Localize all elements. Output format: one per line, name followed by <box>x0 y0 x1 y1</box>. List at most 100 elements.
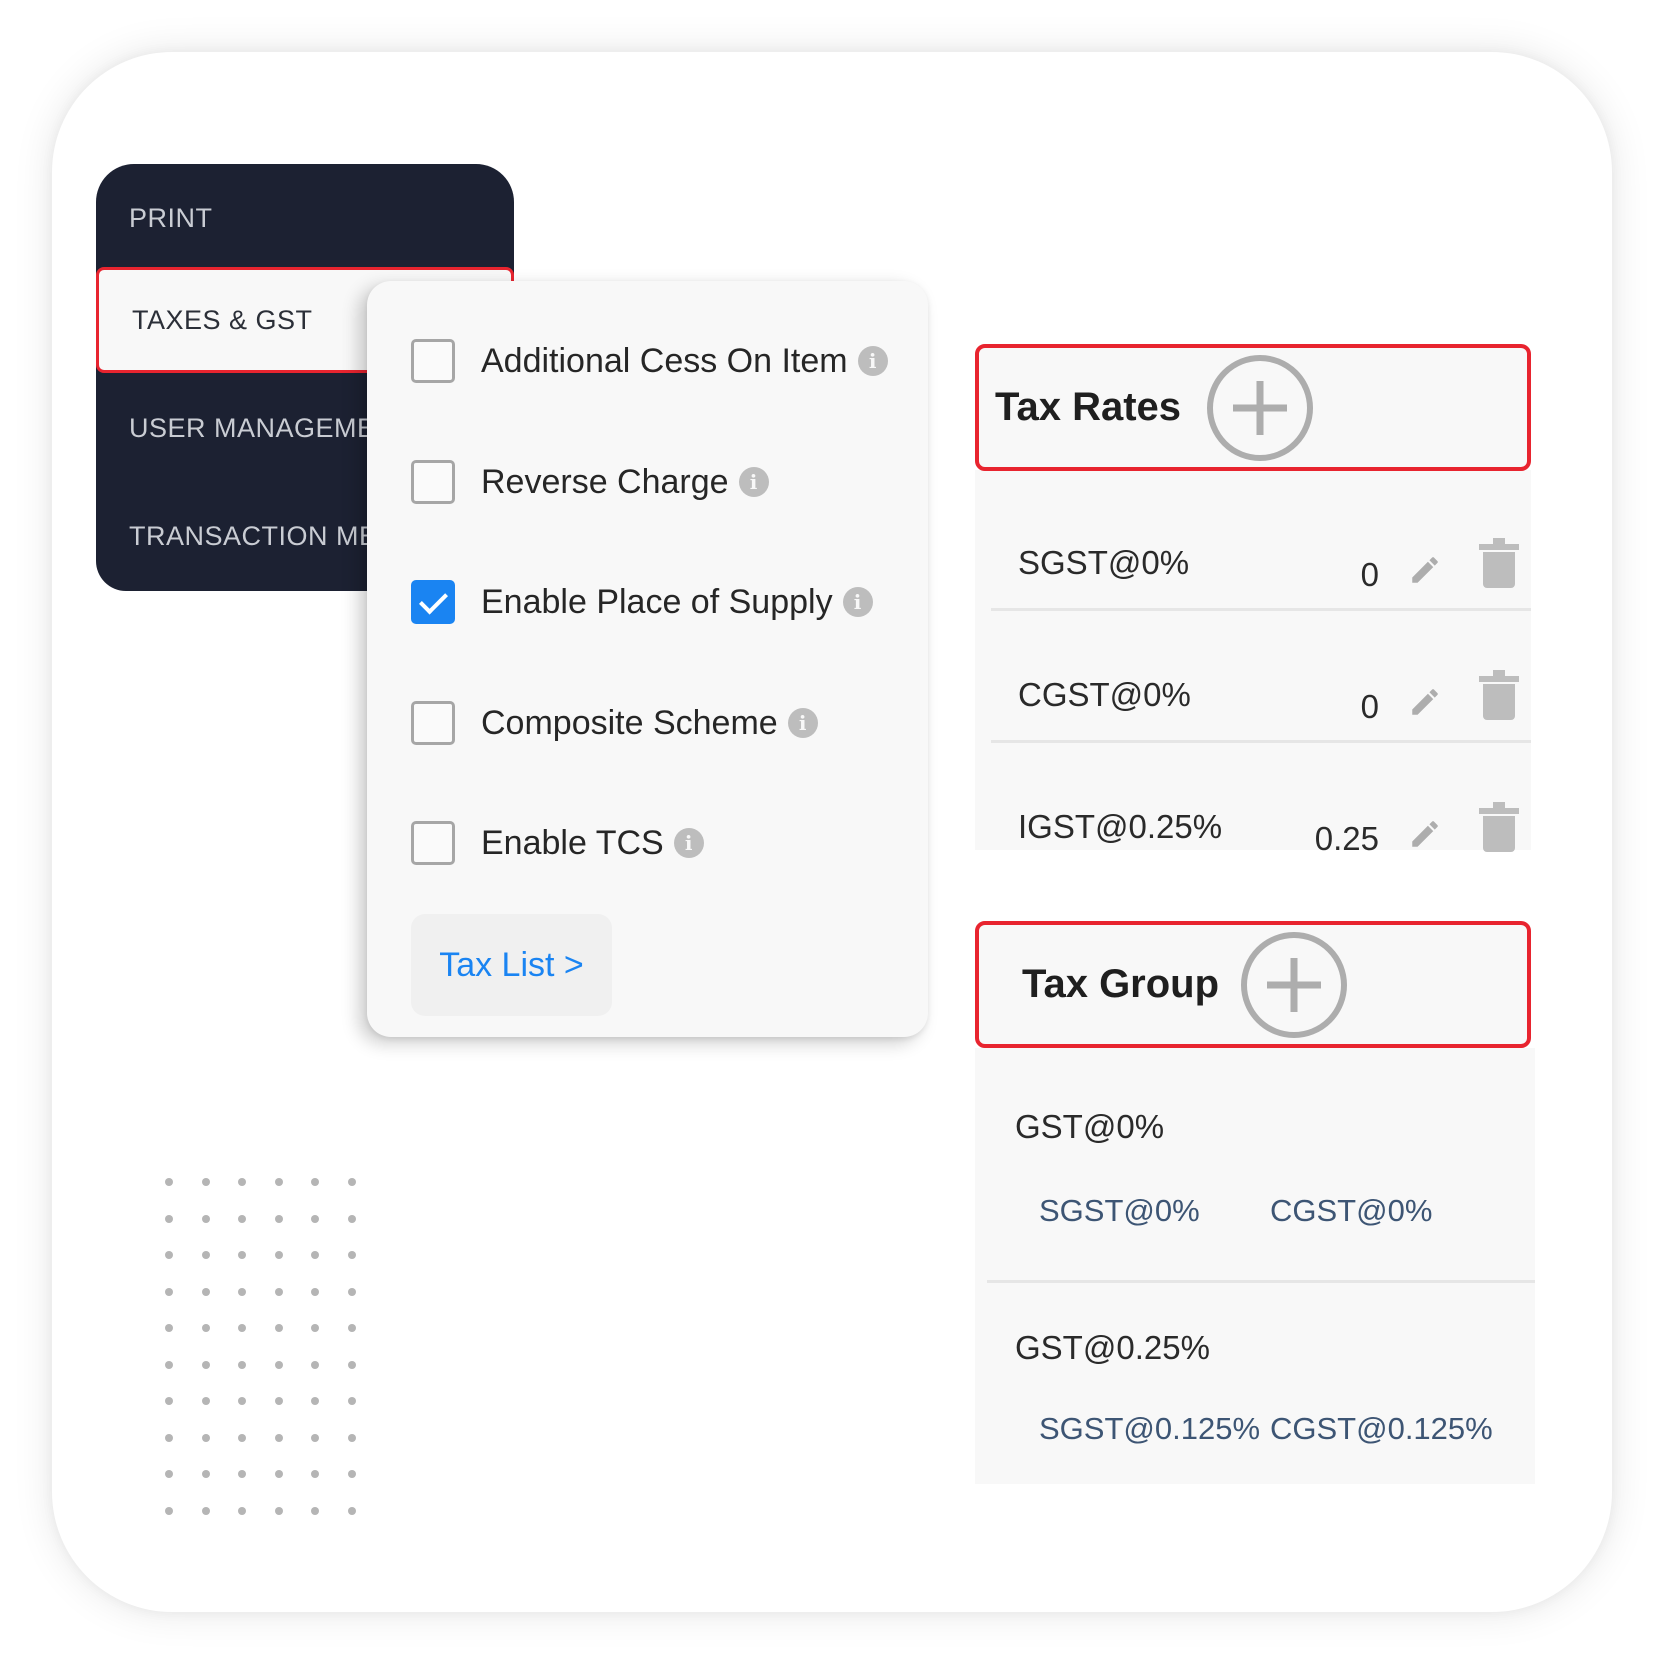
decorative-dot <box>238 1397 246 1405</box>
tax-group-component: SGST@0% <box>1039 1193 1200 1228</box>
decorative-dot <box>347 1178 356 1186</box>
tax-rate-row: IGST@0.25% 0.25 <box>991 760 1531 892</box>
decorative-dot <box>347 1324 356 1332</box>
decorative-dot <box>347 1360 356 1369</box>
info-icon[interactable]: i <box>857 346 888 376</box>
decorative-dot <box>274 1506 283 1515</box>
decorative-dot <box>274 1251 283 1259</box>
tax-group-component: CGST@0.125% <box>1270 1411 1493 1446</box>
info-icon[interactable]: i <box>738 467 769 497</box>
decorative-dot <box>201 1178 210 1186</box>
option-label: Enable TCS <box>481 823 664 862</box>
decorative-dot <box>238 1506 246 1515</box>
composite-scheme-checkbox[interactable] <box>411 701 455 745</box>
tax-rates-header: Tax Rates <box>975 344 1531 471</box>
option-label: Reverse Charge <box>481 462 729 501</box>
decorative-dot <box>201 1360 210 1369</box>
decorative-dot <box>311 1251 319 1259</box>
decorative-dot <box>274 1470 283 1478</box>
decorative-dot <box>274 1178 283 1186</box>
pencil-icon[interactable] <box>1408 553 1442 587</box>
tax-group-header: Tax Group <box>975 921 1531 1048</box>
decorative-dot <box>238 1433 246 1442</box>
decorative-dot <box>165 1397 173 1405</box>
decorative-dot <box>347 1214 356 1223</box>
info-icon[interactable]: i <box>673 828 704 858</box>
decorative-dot <box>201 1287 210 1296</box>
decorative-dot <box>311 1324 319 1332</box>
plus-circle-icon[interactable] <box>1241 931 1348 1038</box>
decorative-dot <box>201 1251 210 1259</box>
decorative-dot <box>165 1360 173 1369</box>
sidebar-item-label: TAXES & GST <box>132 304 313 335</box>
divider <box>991 608 1531 611</box>
plus-circle-icon[interactable] <box>1207 354 1314 461</box>
pencil-icon[interactable] <box>1408 817 1442 851</box>
decorative-dot <box>201 1397 210 1405</box>
decorative-dot <box>311 1214 319 1223</box>
decorative-dot <box>201 1214 210 1223</box>
trash-icon[interactable] <box>1479 538 1519 590</box>
decorative-dot <box>347 1470 356 1478</box>
enable-tcs-checkbox[interactable] <box>411 821 455 865</box>
trash-icon[interactable] <box>1479 670 1519 722</box>
decorative-dot <box>201 1433 210 1442</box>
decorative-dot <box>201 1470 210 1478</box>
decorative-dot <box>165 1214 173 1223</box>
decorative-dot <box>274 1214 283 1223</box>
trash-icon[interactable] <box>1479 802 1519 854</box>
reverse-charge-checkbox[interactable] <box>411 460 455 504</box>
decorative-dot <box>311 1433 319 1442</box>
decorative-dot <box>347 1251 356 1259</box>
option-enable-tcs[interactable]: Enable TCS i <box>411 818 704 868</box>
tax-list-button[interactable]: Tax List > <box>411 914 612 1016</box>
tax-rate-name: SGST@0% <box>1018 544 1190 581</box>
decorative-dot <box>274 1324 283 1332</box>
option-additional-cess[interactable]: Additional Cess On Item i <box>411 336 888 386</box>
additional-cess-checkbox[interactable] <box>411 339 455 383</box>
decorative-dot <box>347 1433 356 1442</box>
tax-group-name: GST@0% <box>1015 1108 1165 1145</box>
decorative-dot <box>238 1470 246 1478</box>
option-reverse-charge[interactable]: Reverse Charge i <box>411 457 769 507</box>
sidebar-item-print[interactable]: PRINT <box>96 164 514 272</box>
decorative-dot <box>274 1287 283 1296</box>
decorative-dot <box>274 1397 283 1405</box>
place-of-supply-checkbox[interactable] <box>411 580 455 624</box>
decorative-dot <box>311 1470 319 1478</box>
tax-group-item[interactable]: GST@0% SGST@0% CGST@0% <box>975 1048 1535 1280</box>
divider <box>991 740 1531 743</box>
decorative-dot <box>311 1287 319 1296</box>
decorative-dot <box>347 1287 356 1296</box>
decorative-dot <box>347 1397 356 1405</box>
decorative-dot <box>311 1360 319 1369</box>
option-label: Additional Cess On Item <box>481 341 848 380</box>
decorative-dot <box>238 1251 246 1259</box>
tax-rate-value: 0.25 <box>1314 820 1379 857</box>
tax-rate-value: 0 <box>1360 556 1379 593</box>
info-icon[interactable]: i <box>787 708 818 738</box>
info-icon[interactable]: i <box>842 587 873 617</box>
tax-rate-name: IGST@0.25% <box>1018 808 1223 845</box>
pencil-icon[interactable] <box>1408 685 1442 719</box>
option-composite-scheme[interactable]: Composite Scheme i <box>411 698 818 748</box>
decorative-dot <box>238 1178 246 1186</box>
decorative-dot <box>201 1506 210 1515</box>
tax-group-component: SGST@0.125% <box>1039 1411 1261 1446</box>
decorative-dot <box>165 1324 173 1332</box>
decorative-dot <box>311 1506 319 1515</box>
decorative-dot <box>311 1397 319 1405</box>
decorative-dot <box>201 1324 210 1332</box>
option-label: Composite Scheme <box>481 703 778 742</box>
option-place-of-supply[interactable]: Enable Place of Supply i <box>411 577 873 627</box>
tax-rate-value: 0 <box>1360 688 1379 725</box>
decorative-dot <box>238 1287 246 1296</box>
decorative-dot <box>165 1433 173 1442</box>
decorative-dot <box>238 1360 246 1369</box>
sidebar-item-label: PRINT <box>129 202 213 233</box>
decorative-dot <box>165 1251 173 1259</box>
tax-group-item[interactable]: GST@0.25% SGST@0.125% CGST@0.125% <box>975 1283 1535 1483</box>
tax-settings-popover: Additional Cess On Item i Reverse Charge… <box>367 281 928 1037</box>
decorative-dot <box>274 1433 283 1442</box>
decorative-dot <box>238 1214 246 1223</box>
